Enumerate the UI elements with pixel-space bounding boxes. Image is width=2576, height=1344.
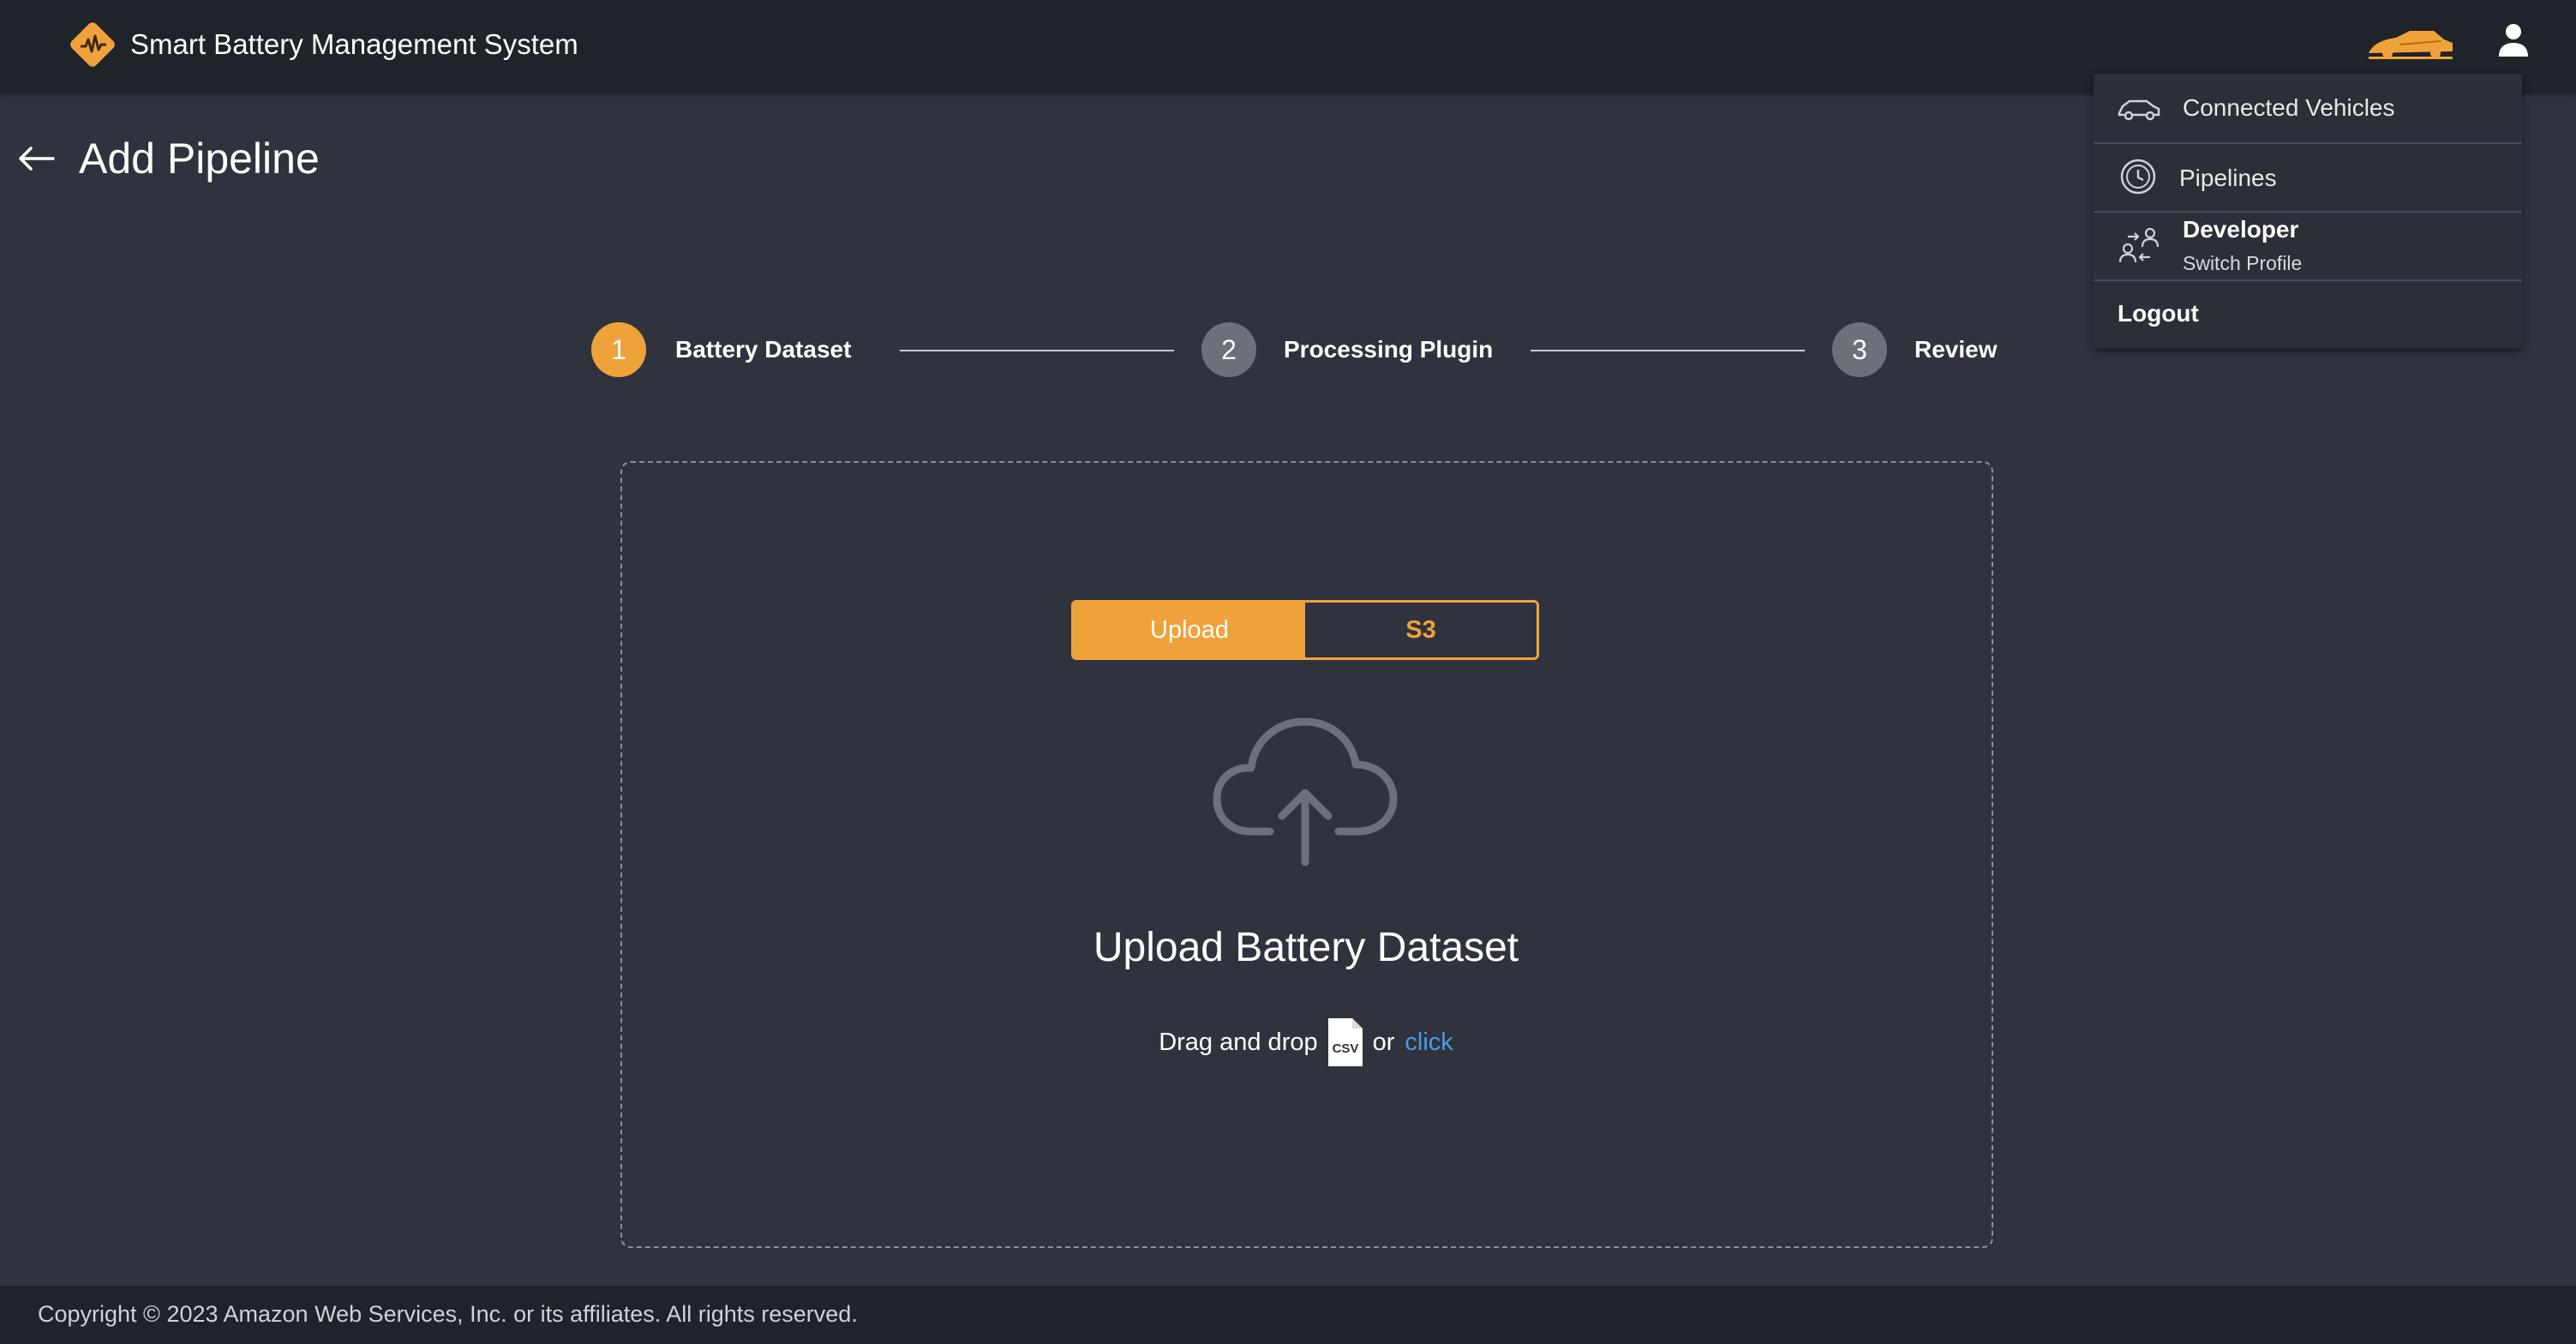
- step-3-label: Review: [1914, 336, 1998, 363]
- app-title: Smart Battery Management System: [130, 28, 578, 60]
- switch-profile-label: Switch Profile: [2183, 252, 2303, 274]
- step-1-label: Battery Dataset: [675, 336, 852, 363]
- s3-tab-button[interactable]: S3: [1305, 603, 1537, 657]
- source-toggle: Upload S3: [1071, 600, 1539, 660]
- brand[interactable]: Smart Battery Management System: [69, 17, 578, 72]
- csv-file-icon: CSV: [1327, 1018, 1363, 1066]
- drag-drop-instructions: Drag and drop CSV or click: [900, 1017, 1712, 1068]
- click-to-browse-link[interactable]: click: [1405, 1029, 1453, 1057]
- back-arrow-icon[interactable]: [15, 141, 57, 176]
- logout-label: Logout: [2118, 300, 2199, 327]
- step-2-number: 2: [1201, 322, 1256, 377]
- logout-button[interactable]: Logout: [2094, 281, 2522, 348]
- upload-title: Upload Battery Dataset: [1093, 925, 1519, 970]
- copyright-text: Copyright © 2023 Amazon Web Services, In…: [38, 1301, 858, 1327]
- car-icon: [2118, 99, 2160, 121]
- user-profile-icon[interactable]: [2494, 21, 2533, 60]
- battery-logo-icon: [70, 22, 115, 67]
- footer: Copyright © 2023 Amazon Web Services, In…: [0, 1286, 2576, 1344]
- step-3-number: 3: [1832, 322, 1887, 377]
- page-title: Add Pipeline: [79, 135, 320, 183]
- step-1-number: 1: [591, 322, 646, 377]
- drag-drop-text: Drag and drop: [1159, 1028, 1318, 1056]
- menu-item-switch-profile[interactable]: Developer Switch Profile: [2094, 213, 2522, 279]
- csv-file-label: CSV: [1332, 1041, 1358, 1056]
- step-connector: [900, 350, 1174, 351]
- menu-item-label: Pipelines: [2179, 165, 2277, 191]
- upload-tab-button[interactable]: Upload: [1074, 603, 1305, 657]
- profile-name: Developer: [2183, 216, 2299, 243]
- menu-item-pipelines[interactable]: Pipelines: [2094, 144, 2522, 211]
- vehicle-logo-icon: [2369, 31, 2453, 59]
- or-text: or: [1372, 1028, 1395, 1056]
- switch-profile-icon: [2118, 227, 2160, 263]
- page-header: Add Pipeline: [15, 129, 320, 189]
- pipeline-clock-icon: [2120, 159, 2156, 195]
- menu-item-connected-vehicles[interactable]: Connected Vehicles: [2094, 74, 2522, 142]
- wizard-stepper: 1 Battery Dataset 2 Processing Plugin 3 …: [591, 322, 2005, 382]
- cloud-upload-icon: [1213, 717, 1398, 866]
- user-dropdown-menu: Connected Vehicles Pipelines Developer S…: [2094, 74, 2522, 348]
- step-connector: [1531, 350, 1805, 351]
- step-2-label: Processing Plugin: [1284, 336, 1494, 363]
- menu-item-label: Connected Vehicles: [2183, 94, 2395, 121]
